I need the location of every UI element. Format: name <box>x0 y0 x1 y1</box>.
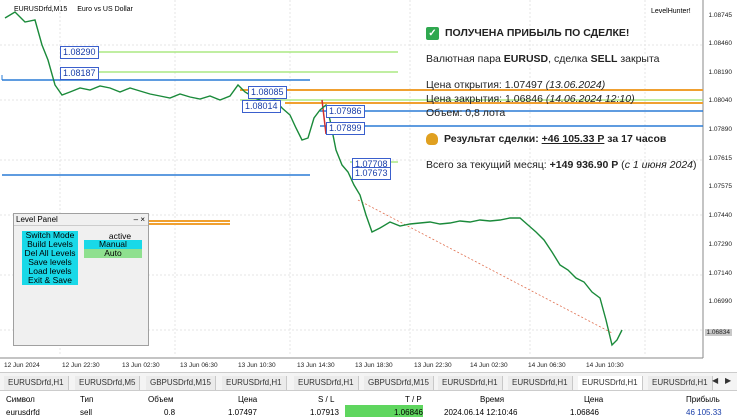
chart-title: EURUSDrfd,M15 Euro vs US Dollar <box>4 6 133 13</box>
cell-price[interactable]: 1.07497 <box>228 408 257 417</box>
info-pair: Валютная пара EURUSD, сделка SELL закрыт… <box>426 53 660 65</box>
level-label[interactable]: 1.08187 <box>60 67 99 80</box>
price-tick: 1.08745 <box>708 12 733 19</box>
price-tick: 1.07575 <box>708 183 733 190</box>
chart-tabs: EURUSDrfd,H1 EURUSDrfd,M5 GBPUSDrfd,M15 … <box>0 372 737 390</box>
chart-tab[interactable]: GBPUSDrfd,M15 <box>364 376 434 390</box>
level-label[interactable]: 1.07673 <box>352 167 391 180</box>
col-header-sl[interactable]: S / L <box>318 395 334 404</box>
auto-mode-button[interactable]: Auto <box>84 249 142 258</box>
chart-symbol: EURUSDrfd,M15 <box>14 6 68 13</box>
chart-tab[interactable]: EURUSDrfd,H1 <box>438 376 503 390</box>
chart-tab[interactable]: EURUSDrfd,H1 <box>648 376 713 390</box>
price-tick: 1.06990 <box>708 298 733 305</box>
col-header-time[interactable]: Время <box>480 395 504 404</box>
check-icon: ✓ <box>426 26 439 40</box>
level-panel[interactable]: Level Panel – × Switch Mode Build Levels… <box>13 213 149 346</box>
level-label[interactable]: 1.07899 <box>326 122 365 135</box>
current-price-tag: 1.06834 <box>704 329 732 336</box>
tab-scroll-left-icon[interactable]: ◀ <box>712 376 718 385</box>
time-tick: 13 Jun 06:30 <box>180 362 218 369</box>
trade-table: Символ Тип Объем Цена S / L T / P Время … <box>0 390 737 420</box>
cell-type[interactable]: sell <box>80 408 92 417</box>
chart-tab[interactable]: EURUSDrfd,H1 <box>508 376 573 390</box>
time-tick: 12 Jun 2024 <box>4 362 40 369</box>
col-header-volume[interactable]: Объем <box>148 395 174 404</box>
cell-sl[interactable]: 1.07913 <box>310 408 339 417</box>
level-label[interactable]: 1.08014 <box>242 100 281 113</box>
chart-tab[interactable]: EURUSDrfd,M5 <box>75 376 141 390</box>
time-tick: 12 Jun 22:30 <box>62 362 100 369</box>
info-volume: Объем: 0,8 лота <box>426 107 506 119</box>
tab-scroll-right-icon[interactable]: ▶ <box>725 376 731 385</box>
level-label[interactable]: 1.08290 <box>60 46 99 59</box>
info-close: Цена закрытия: 1.06846 (14.06.2024 12:10… <box>426 93 635 105</box>
money-bag-icon <box>426 133 438 146</box>
panel-title: Level Panel <box>16 215 58 224</box>
info-open: Цена открытия: 1.07497 (13.06.2024) <box>426 79 606 91</box>
chart-tab[interactable]: EURUSDrfd,H1 <box>222 376 287 390</box>
col-header-type[interactable]: Тип <box>80 395 93 404</box>
time-tick: 13 Jun 22:30 <box>414 362 452 369</box>
time-tick: 13 Jun 18:30 <box>355 362 393 369</box>
panel-header[interactable]: Level Panel – × <box>14 214 148 226</box>
level-label[interactable]: 1.07986 <box>326 105 365 118</box>
chart-tab[interactable]: GBPUSDrfd,M15 <box>146 376 216 390</box>
price-tick: 1.07290 <box>708 241 733 248</box>
chart-description: Euro vs US Dollar <box>77 6 133 13</box>
indicator-name: LevelHunter! <box>651 8 691 15</box>
col-header-tp[interactable]: T / P <box>405 395 422 404</box>
info-month: Всего за текущий месяц: +149 936.90 Р (с… <box>426 159 697 171</box>
panel-window-controls[interactable]: – × <box>134 214 145 226</box>
info-result: Результат сделки: +46 105.33 Р за 17 час… <box>426 132 726 146</box>
cell-symbol[interactable]: eurusdrfd <box>6 408 40 417</box>
chart-tab[interactable]: EURUSDrfd,H1 <box>4 376 69 390</box>
chart-area[interactable]: EURUSDrfd,M15 Euro vs US Dollar LevelHun… <box>0 0 737 372</box>
time-tick: 13 Jun 02:30 <box>122 362 160 369</box>
chart-tab-active[interactable]: EURUSDrfd,H1 <box>578 376 643 390</box>
col-header-symbol[interactable]: Символ <box>6 395 35 404</box>
level-label[interactable]: 1.08085 <box>248 86 287 99</box>
time-tick: 14 Jun 10:30 <box>586 362 624 369</box>
time-tick: 14 Jun 06:30 <box>528 362 566 369</box>
info-headline: ✓ ПОЛУЧЕНА ПРИБЫЛЬ ПО СДЕЛКЕ! <box>426 26 726 40</box>
time-tick: 14 Jun 02:30 <box>470 362 508 369</box>
cell-tp[interactable]: 1.06846 <box>394 408 423 417</box>
col-header-price[interactable]: Цена <box>238 395 257 404</box>
time-tick: 13 Jun 10:30 <box>238 362 276 369</box>
cell-time[interactable]: 2024.06.14 12:10:46 <box>444 408 517 417</box>
exit-save-button[interactable]: Exit & Save <box>22 276 78 285</box>
trade-info-overlay: ✓ ПОЛУЧЕНА ПРИБЫЛЬ ПО СДЕЛКЕ! Валютная па… <box>426 26 726 172</box>
col-header-price-current[interactable]: Цена <box>584 395 603 404</box>
time-tick: 13 Jun 14:30 <box>297 362 335 369</box>
price-tick: 1.07140 <box>708 270 733 277</box>
cell-volume[interactable]: 0.8 <box>164 408 175 417</box>
chart-tab[interactable]: EURUSDrfd,H1 <box>294 376 359 390</box>
col-header-profit[interactable]: Прибыль <box>686 395 720 404</box>
cell-price-current[interactable]: 1.06846 <box>570 408 599 417</box>
price-tick: 1.07440 <box>708 212 733 219</box>
cell-profit[interactable]: 46 105.33 <box>686 408 722 417</box>
